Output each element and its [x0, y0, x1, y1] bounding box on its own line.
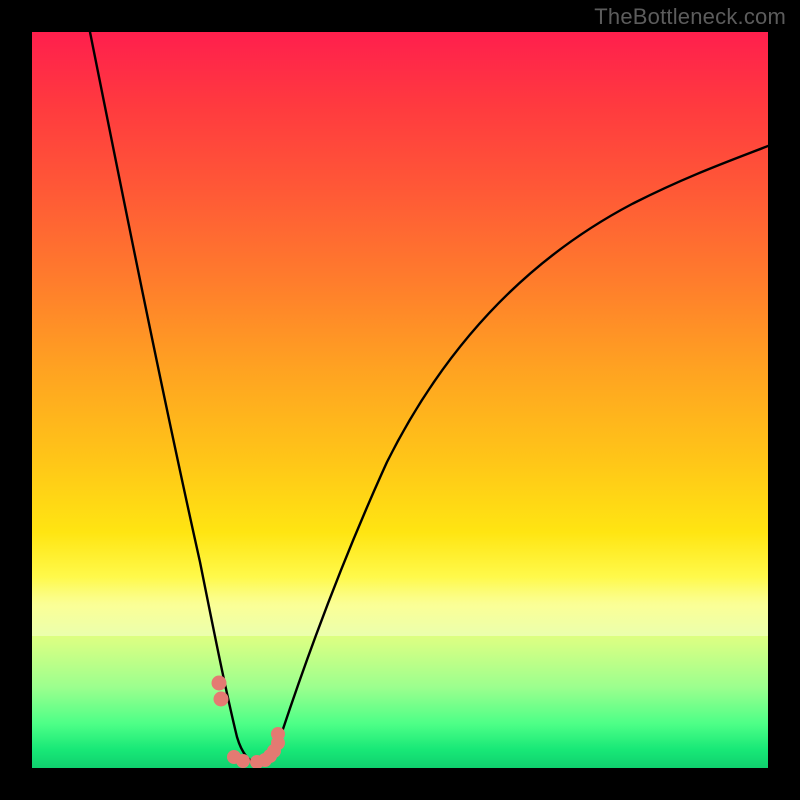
- marker-dot: [267, 744, 281, 758]
- chart-svg: [32, 32, 768, 768]
- outer-frame: TheBottleneck.com: [0, 0, 800, 800]
- marker-dot: [258, 753, 272, 767]
- marker-dot: [227, 750, 241, 764]
- watermark-text: TheBottleneck.com: [594, 4, 786, 30]
- marker-dot: [271, 727, 285, 741]
- marker-dot: [212, 676, 227, 691]
- marker-dot: [271, 736, 285, 750]
- marker-dot: [250, 755, 264, 768]
- lower-haze-band: [32, 577, 768, 636]
- chart-area: [32, 32, 768, 768]
- marker-dot: [214, 692, 229, 707]
- marker-dot: [236, 754, 250, 768]
- bottleneck-curve-path: [90, 32, 768, 763]
- marker-dot: [263, 749, 277, 763]
- marker-group: [212, 676, 286, 769]
